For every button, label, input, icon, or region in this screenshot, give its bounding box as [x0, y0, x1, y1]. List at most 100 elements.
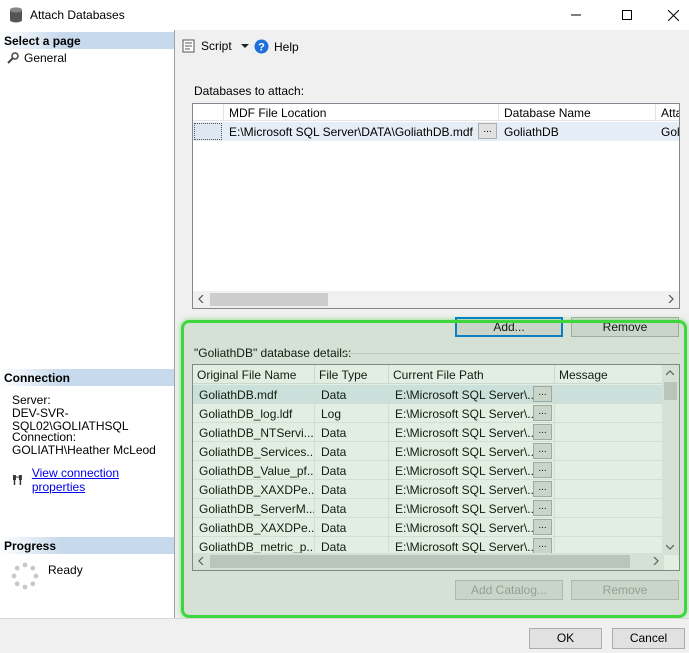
column-header-original-file-name[interactable]: Original File Name	[193, 365, 314, 384]
add-catalog-button[interactable]: Add Catalog...	[455, 580, 563, 600]
message-cell[interactable]	[554, 423, 664, 442]
table-row[interactable]: GoliathDB.mdf Data E:\Microsoft SQL Server…	[193, 385, 664, 404]
ok-button[interactable]: OK	[529, 628, 602, 649]
script-button[interactable]: Script	[182, 39, 252, 53]
page-item-general[interactable]: General	[7, 50, 67, 66]
browse-path-button[interactable]: ...	[533, 481, 552, 497]
file-type-cell[interactable]: Data	[314, 518, 388, 537]
table-row[interactable]: GoliathDB_NTServi... Data E:\Microsoft SQL…	[193, 423, 664, 442]
progress-header: Progress	[0, 537, 174, 554]
scroll-left-icon[interactable]	[193, 291, 209, 307]
column-header-attach-as[interactable]: Atta	[655, 104, 679, 121]
minimize-icon	[571, 14, 581, 16]
current-file-path-cell[interactable]: E:\Microsoft SQL Server\...	[388, 442, 533, 461]
scroll-left-icon[interactable]	[193, 553, 209, 569]
wrench-icon	[7, 52, 19, 64]
add-button[interactable]: Add...	[455, 317, 563, 337]
script-label: Script	[201, 39, 232, 53]
table-row[interactable]: GoliathDB_Value_pf... Data E:\Microsoft SQ…	[193, 461, 664, 480]
database-name-cell[interactable]: GoliathDB	[498, 122, 655, 141]
help-button[interactable]: ? Help	[254, 39, 299, 54]
original-file-name-cell[interactable]: GoliathDB_log.ldf	[193, 404, 314, 423]
current-file-path-cell[interactable]: E:\Microsoft SQL Server\...	[388, 480, 533, 499]
message-cell[interactable]	[554, 404, 664, 423]
scrollbar-thumb[interactable]	[664, 382, 677, 400]
close-button[interactable]	[650, 0, 689, 30]
file-type-cell[interactable]: Log	[314, 404, 388, 423]
current-file-path-cell[interactable]: E:\Microsoft SQL Server\...	[388, 518, 533, 537]
maximize-button[interactable]	[604, 0, 650, 30]
message-cell[interactable]	[554, 442, 664, 461]
original-file-name-cell[interactable]: GoliathDB_XAXDPe...	[193, 518, 314, 537]
original-file-name-cell[interactable]: GoliathDB_NTServi...	[193, 423, 314, 442]
view-connection-link[interactable]: View connection properties	[32, 466, 174, 494]
browse-path-button[interactable]: ...	[533, 424, 552, 440]
connection-header: Connection	[0, 369, 174, 386]
message-cell[interactable]	[554, 518, 664, 537]
svg-text:?: ?	[258, 42, 265, 54]
original-file-name-cell[interactable]: GoliathDB_Value_pf...	[193, 461, 314, 480]
file-type-cell[interactable]: Data	[314, 499, 388, 518]
table-row[interactable]: GoliathDB_Services... Data E:\Microsoft SQ…	[193, 442, 664, 461]
scroll-right-icon[interactable]	[648, 553, 664, 569]
current-file-path-cell[interactable]: E:\Microsoft SQL Server\...	[388, 499, 533, 518]
file-type-cell[interactable]: Data	[314, 385, 388, 404]
view-connection-properties[interactable]: View connection properties	[12, 466, 174, 494]
message-cell[interactable]	[554, 461, 664, 480]
browse-path-button[interactable]: ...	[533, 519, 552, 535]
browse-path-button[interactable]: ...	[533, 538, 552, 554]
cancel-button[interactable]: Cancel	[612, 628, 685, 649]
message-cell[interactable]	[554, 480, 664, 499]
column-header-database-name[interactable]: Database Name	[498, 104, 655, 121]
table-row[interactable]: GoliathDB_ServerM... Data E:\Microsoft SQL…	[193, 499, 664, 518]
browse-path-button[interactable]: ...	[533, 462, 552, 478]
original-file-name-cell[interactable]: GoliathDB_ServerM...	[193, 499, 314, 518]
mdf-location-cell[interactable]: E:\Microsoft SQL Server\DATA\GoliathDB.m…	[223, 122, 478, 141]
details-grid-hscrollbar[interactable]	[193, 553, 664, 570]
scroll-right-icon[interactable]	[663, 291, 679, 307]
scroll-down-icon[interactable]	[662, 539, 678, 555]
message-cell[interactable]	[554, 385, 664, 404]
scrollbar-thumb[interactable]	[210, 293, 328, 306]
current-file-path-cell[interactable]: E:\Microsoft SQL Server\...	[388, 404, 533, 423]
database-details-label: "GoliathDB" database details:	[194, 346, 352, 360]
table-row[interactable]: E:\Microsoft SQL Server\DATA\GoliathDB.m…	[193, 122, 679, 141]
scrollbar-thumb[interactable]	[210, 555, 630, 568]
column-header-message[interactable]: Message	[554, 365, 664, 384]
column-header-current-file-path[interactable]: Current File Path	[388, 365, 554, 384]
toolbar: Script ? Help	[176, 30, 689, 64]
original-file-name-cell[interactable]: GoliathDB.mdf	[193, 385, 314, 404]
attach-grid-header: MDF File Location Database Name Atta	[193, 104, 679, 121]
current-file-path-cell[interactable]: E:\Microsoft SQL Server\...	[388, 461, 533, 480]
remove-file-button[interactable]: Remove	[571, 580, 679, 600]
file-type-cell[interactable]: Data	[314, 423, 388, 442]
attach-grid-hscrollbar[interactable]	[193, 291, 679, 308]
details-grid-vscrollbar[interactable]	[662, 365, 679, 555]
file-type-cell[interactable]: Data	[314, 480, 388, 499]
browse-mdf-button[interactable]: ...	[478, 123, 497, 139]
file-type-cell[interactable]: Data	[314, 442, 388, 461]
browse-path-button[interactable]: ...	[533, 405, 552, 421]
browse-path-button[interactable]: ...	[533, 443, 552, 459]
table-row[interactable]: GoliathDB_XAXDPe... Data E:\Microsoft SQL …	[193, 518, 664, 537]
current-file-path-cell[interactable]: E:\Microsoft SQL Server\...	[388, 423, 533, 442]
attach-grid[interactable]: MDF File Location Database Name Atta E:\…	[192, 103, 680, 309]
table-row[interactable]: GoliathDB_XAXDPe... Data E:\Microsoft SQL …	[193, 480, 664, 499]
column-header-mdf[interactable]: MDF File Location	[223, 104, 498, 121]
progress-status: Ready	[48, 563, 83, 577]
remove-database-button[interactable]: Remove	[571, 317, 679, 337]
message-cell[interactable]	[554, 499, 664, 518]
browse-path-button[interactable]: ...	[533, 386, 552, 402]
table-row[interactable]: GoliathDB_log.ldf Log E:\Microsoft SQL Ser…	[193, 404, 664, 423]
original-file-name-cell[interactable]: GoliathDB_XAXDPe...	[193, 480, 314, 499]
details-grid[interactable]: Original File Name File Type Current Fil…	[192, 364, 680, 571]
row-selector[interactable]	[194, 123, 222, 140]
scroll-up-icon[interactable]	[662, 365, 678, 381]
current-file-path-cell[interactable]: E:\Microsoft SQL Server\...	[388, 385, 533, 404]
column-header-file-type[interactable]: File Type	[314, 365, 388, 384]
browse-path-button[interactable]: ...	[533, 500, 552, 516]
file-type-cell[interactable]: Data	[314, 461, 388, 480]
original-file-name-cell[interactable]: GoliathDB_Services...	[193, 442, 314, 461]
attach-as-cell[interactable]: Gol	[655, 122, 679, 141]
minimize-button[interactable]	[553, 0, 599, 30]
